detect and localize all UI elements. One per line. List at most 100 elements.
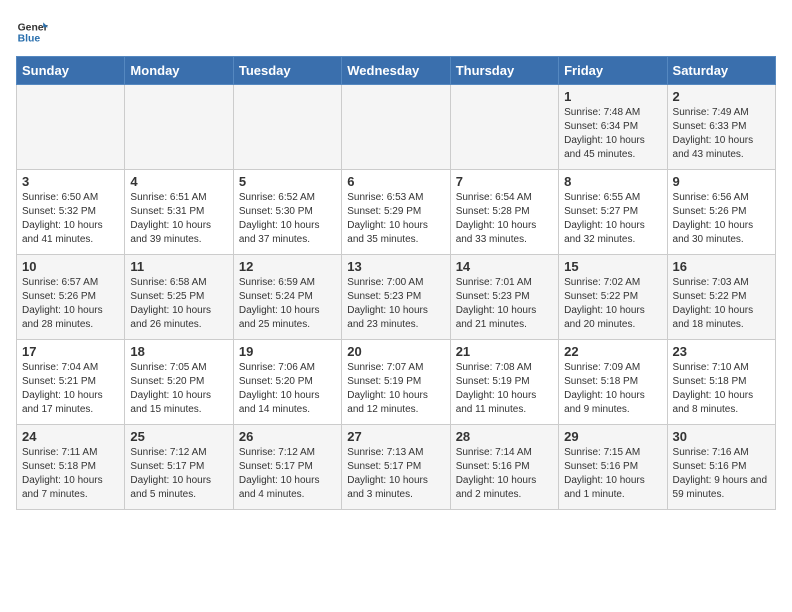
- calendar-cell: 27 Sunrise: 7:13 AM Sunset: 5:17 PM Dayli…: [342, 425, 450, 510]
- weekday-header-tuesday: Tuesday: [233, 57, 341, 85]
- day-number: 10: [22, 259, 119, 274]
- calendar-cell: 6 Sunrise: 6:53 AM Sunset: 5:29 PM Daylig…: [342, 170, 450, 255]
- calendar-cell: 29 Sunrise: 7:15 AM Sunset: 5:16 PM Dayli…: [559, 425, 667, 510]
- day-number: 16: [673, 259, 770, 274]
- weekday-header-saturday: Saturday: [667, 57, 775, 85]
- calendar-cell: 16 Sunrise: 7:03 AM Sunset: 5:22 PM Dayli…: [667, 255, 775, 340]
- day-number: 30: [673, 429, 770, 444]
- day-number: 23: [673, 344, 770, 359]
- calendar-cell: 28 Sunrise: 7:14 AM Sunset: 5:16 PM Dayli…: [450, 425, 558, 510]
- day-number: 19: [239, 344, 336, 359]
- day-info: Sunrise: 7:04 AM Sunset: 5:21 PM Dayligh…: [22, 361, 119, 417]
- day-info: Sunrise: 6:59 AM Sunset: 5:24 PM Dayligh…: [239, 276, 336, 332]
- day-number: 15: [564, 259, 661, 274]
- calendar-cell: 30Sunrise: 7:16 AM Sunset: 5:16 PM Dayli…: [667, 425, 775, 510]
- day-info: Sunrise: 7:00 AM Sunset: 5:23 PM Dayligh…: [347, 276, 444, 332]
- day-number: 24: [22, 429, 119, 444]
- calendar-cell: 19 Sunrise: 7:06 AM Sunset: 5:20 PM Dayli…: [233, 340, 341, 425]
- calendar-cell: 23Sunrise: 7:10 AM Sunset: 5:18 PM Dayli…: [667, 340, 775, 425]
- day-number: 26: [239, 429, 336, 444]
- logo: General Blue: [16, 16, 48, 48]
- day-info: Sunrise: 7:07 AM Sunset: 5:19 PM Dayligh…: [347, 361, 444, 417]
- day-info: Sunrise: 7:14 AM Sunset: 5:16 PM Dayligh…: [456, 446, 553, 502]
- day-number: 9: [673, 174, 770, 189]
- calendar-cell: 22 Sunrise: 7:09 AM Sunset: 5:18 PM Dayli…: [559, 340, 667, 425]
- calendar-cell: [450, 85, 558, 170]
- calendar-week-row: 17 Sunrise: 7:04 AM Sunset: 5:21 PM Dayli…: [17, 340, 776, 425]
- calendar-table: SundayMondayTuesdayWednesdayThursdayFrid…: [16, 56, 776, 510]
- day-number: 20: [347, 344, 444, 359]
- day-info: Sunrise: 7:06 AM Sunset: 5:20 PM Dayligh…: [239, 361, 336, 417]
- calendar-cell: 10 Sunrise: 6:57 AM Sunset: 5:26 PM Dayli…: [17, 255, 125, 340]
- day-number: 25: [130, 429, 227, 444]
- calendar-cell: [342, 85, 450, 170]
- day-number: 18: [130, 344, 227, 359]
- day-info: Sunrise: 7:02 AM Sunset: 5:22 PM Dayligh…: [564, 276, 661, 332]
- calendar-cell: 8 Sunrise: 6:55 AM Sunset: 5:27 PM Daylig…: [559, 170, 667, 255]
- day-number: 17: [22, 344, 119, 359]
- calendar-cell: 26Sunrise: 7:12 AM Sunset: 5:17 PM Dayli…: [233, 425, 341, 510]
- day-info: Sunrise: 6:56 AM Sunset: 5:26 PM Dayligh…: [673, 191, 770, 247]
- calendar-cell: 7 Sunrise: 6:54 AM Sunset: 5:28 PM Daylig…: [450, 170, 558, 255]
- calendar-header-row: SundayMondayTuesdayWednesdayThursdayFrid…: [17, 57, 776, 85]
- calendar-cell: 25 Sunrise: 7:12 AM Sunset: 5:17 PM Dayli…: [125, 425, 233, 510]
- day-info: Sunrise: 7:09 AM Sunset: 5:18 PM Dayligh…: [564, 361, 661, 417]
- day-number: 27: [347, 429, 444, 444]
- day-info: Sunrise: 6:55 AM Sunset: 5:27 PM Dayligh…: [564, 191, 661, 247]
- weekday-header-monday: Monday: [125, 57, 233, 85]
- calendar-cell: 18 Sunrise: 7:05 AM Sunset: 5:20 PM Dayli…: [125, 340, 233, 425]
- calendar-week-row: 1Sunrise: 7:48 AM Sunset: 6:34 PM Daylig…: [17, 85, 776, 170]
- day-info: Sunrise: 6:53 AM Sunset: 5:29 PM Dayligh…: [347, 191, 444, 247]
- day-info: Sunrise: 6:52 AM Sunset: 5:30 PM Dayligh…: [239, 191, 336, 247]
- day-number: 6: [347, 174, 444, 189]
- calendar-cell: 2Sunrise: 7:49 AM Sunset: 6:33 PM Daylig…: [667, 85, 775, 170]
- day-info: Sunrise: 7:08 AM Sunset: 5:19 PM Dayligh…: [456, 361, 553, 417]
- weekday-header-thursday: Thursday: [450, 57, 558, 85]
- day-number: 21: [456, 344, 553, 359]
- header: General Blue: [16, 16, 776, 48]
- calendar-cell: 9 Sunrise: 6:56 AM Sunset: 5:26 PM Daylig…: [667, 170, 775, 255]
- calendar-cell: 4 Sunrise: 6:51 AM Sunset: 5:31 PM Daylig…: [125, 170, 233, 255]
- day-info: Sunrise: 6:58 AM Sunset: 5:25 PM Dayligh…: [130, 276, 227, 332]
- calendar-cell: [17, 85, 125, 170]
- calendar-cell: 1Sunrise: 7:48 AM Sunset: 6:34 PM Daylig…: [559, 85, 667, 170]
- day-number: 29: [564, 429, 661, 444]
- calendar-week-row: 3 Sunrise: 6:50 AM Sunset: 5:32 PM Daylig…: [17, 170, 776, 255]
- day-info: Sunrise: 7:05 AM Sunset: 5:20 PM Dayligh…: [130, 361, 227, 417]
- day-number: 8: [564, 174, 661, 189]
- day-info: Sunrise: 6:50 AM Sunset: 5:32 PM Dayligh…: [22, 191, 119, 247]
- day-number: 5: [239, 174, 336, 189]
- day-info: Sunrise: 6:54 AM Sunset: 5:28 PM Dayligh…: [456, 191, 553, 247]
- day-number: 7: [456, 174, 553, 189]
- calendar-week-row: 10 Sunrise: 6:57 AM Sunset: 5:26 PM Dayli…: [17, 255, 776, 340]
- day-number: 2: [673, 89, 770, 104]
- weekday-header-sunday: Sunday: [17, 57, 125, 85]
- day-info: Sunrise: 6:51 AM Sunset: 5:31 PM Dayligh…: [130, 191, 227, 247]
- svg-text:Blue: Blue: [18, 34, 41, 45]
- day-info: Sunrise: 7:11 AM Sunset: 5:18 PM Dayligh…: [22, 446, 119, 502]
- day-info: Sunrise: 7:15 AM Sunset: 5:16 PM Dayligh…: [564, 446, 661, 502]
- calendar-week-row: 24 Sunrise: 7:11 AM Sunset: 5:18 PM Dayli…: [17, 425, 776, 510]
- day-info: Sunrise: 7:13 AM Sunset: 5:17 PM Dayligh…: [347, 446, 444, 502]
- logo-icon: General Blue: [16, 16, 48, 48]
- calendar-cell: [233, 85, 341, 170]
- day-info: Sunrise: 6:57 AM Sunset: 5:26 PM Dayligh…: [22, 276, 119, 332]
- calendar-cell: 5 Sunrise: 6:52 AM Sunset: 5:30 PM Daylig…: [233, 170, 341, 255]
- day-info: Sunrise: 7:01 AM Sunset: 5:23 PM Dayligh…: [456, 276, 553, 332]
- day-number: 11: [130, 259, 227, 274]
- day-number: 22: [564, 344, 661, 359]
- day-info: Sunrise: 7:03 AM Sunset: 5:22 PM Dayligh…: [673, 276, 770, 332]
- day-number: 3: [22, 174, 119, 189]
- day-number: 4: [130, 174, 227, 189]
- weekday-header-friday: Friday: [559, 57, 667, 85]
- calendar-cell: 12Sunrise: 6:59 AM Sunset: 5:24 PM Dayli…: [233, 255, 341, 340]
- calendar-cell: 3 Sunrise: 6:50 AM Sunset: 5:32 PM Daylig…: [17, 170, 125, 255]
- calendar-cell: 20 Sunrise: 7:07 AM Sunset: 5:19 PM Dayli…: [342, 340, 450, 425]
- calendar-cell: 15 Sunrise: 7:02 AM Sunset: 5:22 PM Dayli…: [559, 255, 667, 340]
- calendar-cell: 21 Sunrise: 7:08 AM Sunset: 5:19 PM Dayli…: [450, 340, 558, 425]
- day-number: 13: [347, 259, 444, 274]
- day-number: 28: [456, 429, 553, 444]
- day-info: Sunrise: 7:12 AM Sunset: 5:17 PM Dayligh…: [130, 446, 227, 502]
- calendar-cell: 24 Sunrise: 7:11 AM Sunset: 5:18 PM Dayli…: [17, 425, 125, 510]
- calendar-cell: 11 Sunrise: 6:58 AM Sunset: 5:25 PM Dayli…: [125, 255, 233, 340]
